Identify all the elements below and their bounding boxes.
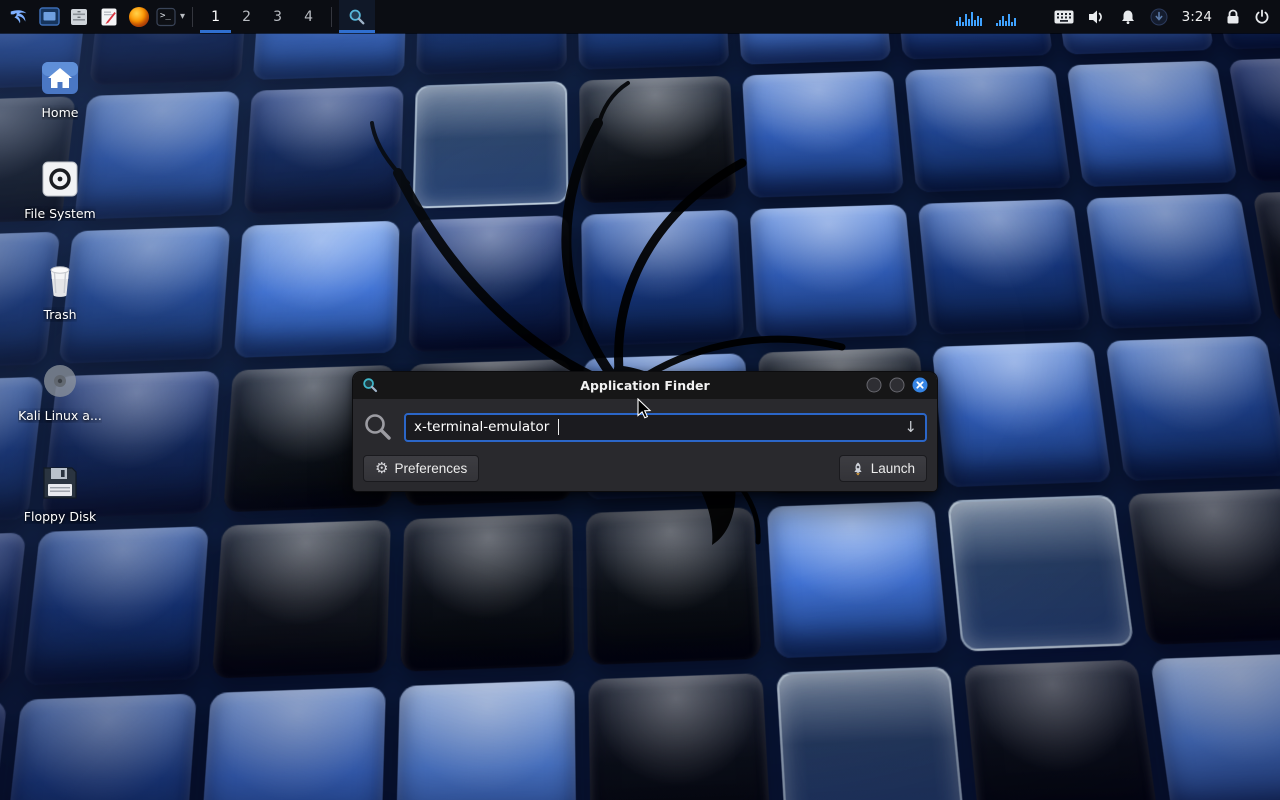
desktop-icon-trash[interactable]: Trash xyxy=(12,258,108,322)
launch-icon xyxy=(851,462,865,476)
wallpaper-cube xyxy=(1150,653,1280,800)
titlebar[interactable]: Application Finder xyxy=(353,372,937,399)
desktop-icon-label: Kali Linux a... xyxy=(18,408,102,423)
wallpaper-cube xyxy=(776,666,965,800)
wallpaper-cube xyxy=(963,660,1158,800)
magnifier-icon xyxy=(348,8,366,26)
wallpaper-cube xyxy=(1066,61,1237,187)
dropdown-arrow-icon[interactable]: ↓ xyxy=(904,418,917,436)
panel-separator xyxy=(192,7,193,27)
wallpaper-cube xyxy=(742,71,904,198)
wallpaper-cube xyxy=(200,687,386,800)
network-graph[interactable] xyxy=(996,8,1016,26)
wallpaper-cube xyxy=(581,210,744,346)
wallpaper-cube xyxy=(244,86,404,214)
wallpaper-cube xyxy=(212,520,391,679)
chevron-down-icon[interactable]: ▾ xyxy=(180,11,185,22)
text-editor-icon xyxy=(99,7,119,27)
desktop-icon-label: Home xyxy=(42,105,79,120)
wallpaper-cube xyxy=(23,526,209,685)
launcher-file-manager[interactable] xyxy=(64,0,94,33)
wallpaper-cube xyxy=(413,81,569,209)
desktop-icon-label: File System xyxy=(24,206,96,221)
file-manager-icon xyxy=(69,7,89,27)
kali-docs-icon xyxy=(38,359,82,403)
wallpaper-cube xyxy=(750,204,918,340)
wallpaper-cube xyxy=(1127,488,1280,644)
wallpaper-cube xyxy=(0,700,7,800)
desktop-icon-label: Trash xyxy=(43,307,76,322)
lock-screen-icon[interactable] xyxy=(1226,9,1240,25)
clock[interactable]: 3:24 xyxy=(1182,9,1212,25)
notifications-bell-icon[interactable] xyxy=(1120,9,1136,25)
keyboard-layout-icon[interactable] xyxy=(1054,10,1074,24)
file-system-icon xyxy=(38,157,82,201)
updates-status-icon[interactable] xyxy=(1150,8,1168,26)
search-input[interactable]: x-terminal-emulator ↓ xyxy=(404,413,927,442)
wallpaper-cube xyxy=(0,532,26,692)
launcher-terminal[interactable]: >_ xyxy=(154,0,178,33)
dialog-body: x-terminal-emulator ↓ ⚙ Preferences Laun… xyxy=(353,399,937,491)
wallpaper-cube xyxy=(918,199,1091,335)
wallpaper-cube xyxy=(234,221,400,358)
wallpaper-cube xyxy=(1105,336,1280,481)
logout-power-icon[interactable] xyxy=(1254,9,1270,25)
wallpaper-cube xyxy=(586,507,762,665)
launch-button[interactable]: Launch xyxy=(839,455,927,482)
search-icon xyxy=(363,412,393,442)
window-title: Application Finder xyxy=(353,378,937,393)
wallpaper-cube xyxy=(579,76,736,203)
wallpaper-cube xyxy=(932,342,1112,488)
volume-icon[interactable] xyxy=(1088,9,1106,25)
minimize-button[interactable] xyxy=(866,377,882,393)
panel-left-group: >_ ▾ 1 2 3 4 xyxy=(0,0,375,33)
workspace-button-1[interactable]: 1 xyxy=(200,0,231,33)
desktop-icon-floppy-disk[interactable]: Floppy Disk xyxy=(12,460,108,524)
wallpaper-cube xyxy=(904,66,1071,193)
wallpaper-cube xyxy=(1085,193,1263,328)
desktop-icon-label: Floppy Disk xyxy=(24,509,96,524)
trash-icon xyxy=(38,258,82,302)
wallpaper-cube xyxy=(3,693,197,800)
gear-icon: ⚙ xyxy=(375,461,388,476)
wallpaper-cube xyxy=(947,495,1134,652)
window-icon xyxy=(39,6,60,27)
wallpaper-cube xyxy=(767,501,949,658)
applications-menu-button[interactable] xyxy=(4,0,34,33)
launcher-window[interactable] xyxy=(34,0,64,33)
workspace-button-3[interactable]: 3 xyxy=(262,0,293,33)
search-input-value: x-terminal-emulator xyxy=(414,419,549,435)
taskbar-application-finder[interactable] xyxy=(339,0,375,33)
launcher-text-editor[interactable] xyxy=(94,0,124,33)
desktop-icon-column: Home File System Trash Kali Linux a... xyxy=(12,56,108,524)
top-panel: >_ ▾ 1 2 3 4 xyxy=(0,0,1280,33)
launcher-firefox[interactable] xyxy=(124,0,154,33)
desktop-icon-file-system[interactable]: File System xyxy=(12,157,108,221)
preferences-button[interactable]: ⚙ Preferences xyxy=(363,455,479,482)
workspace-button-2[interactable]: 2 xyxy=(231,0,262,33)
panel-separator xyxy=(331,7,332,27)
text-caret xyxy=(558,419,559,435)
panel-tray-group: 3:24 xyxy=(956,0,1280,33)
wallpaper-cube xyxy=(400,514,574,672)
home-icon xyxy=(38,56,82,100)
firefox-icon xyxy=(129,7,149,27)
floppy-disk-icon xyxy=(38,460,82,504)
application-finder-window: Application Finder x-terminal-emulator xyxy=(352,371,938,492)
wallpaper-cube xyxy=(1228,56,1280,182)
maximize-button[interactable] xyxy=(889,377,905,393)
terminal-prompt-glyph: >_ xyxy=(160,11,171,21)
desktop-icon-kali-linux[interactable]: Kali Linux a... xyxy=(12,359,108,423)
desktop-icon-home[interactable]: Home xyxy=(12,56,108,120)
wallpaper-cube xyxy=(409,215,571,352)
cpu-graph[interactable] xyxy=(956,8,982,26)
kali-logo-icon xyxy=(8,6,30,28)
wallpaper-cube xyxy=(588,673,771,800)
wallpaper-cube xyxy=(396,680,577,800)
close-button[interactable] xyxy=(912,377,928,393)
workspace-button-4[interactable]: 4 xyxy=(293,0,324,33)
